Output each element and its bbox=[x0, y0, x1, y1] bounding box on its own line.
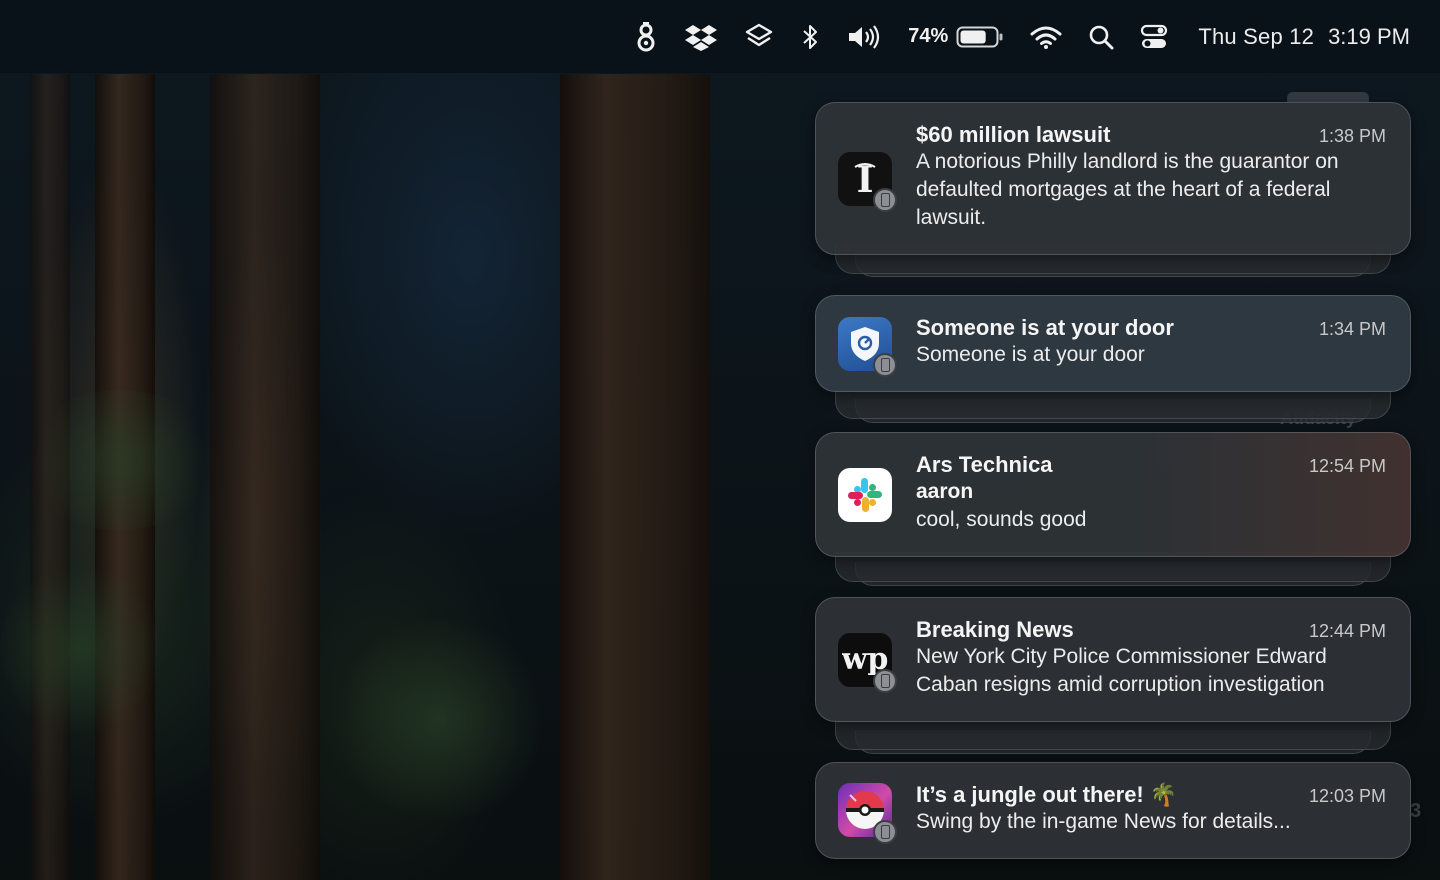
notification-group[interactable]: It’s a jungle out there! 🌴 12:03 PM Swin… bbox=[815, 762, 1411, 860]
notification-card[interactable]: Someone is at your door 1:34 PM Someone … bbox=[815, 295, 1411, 392]
notification-group[interactable]: wp Breaking News 12:44 PM New York City … bbox=[815, 597, 1411, 757]
notification-body: Someone is at your door bbox=[916, 343, 1145, 366]
stack-top-tab bbox=[1287, 92, 1369, 102]
notification-title: Someone is at your door bbox=[916, 315, 1174, 340]
notification-time: 12:44 PM bbox=[1308, 621, 1386, 641]
menubar-clock[interactable]: 3:19 PM bbox=[1328, 24, 1410, 50]
control-center-icon[interactable] bbox=[1140, 17, 1168, 57]
tree-trunk bbox=[560, 74, 710, 880]
notification-body: Swing by the in-game News for details... bbox=[916, 810, 1291, 833]
notification-time: 12:54 PM bbox=[1308, 456, 1386, 476]
device-badge-icon bbox=[873, 353, 897, 377]
tree-trunk bbox=[210, 74, 320, 880]
battery-status[interactable]: 74% bbox=[908, 17, 1004, 57]
notification-title: Breaking News bbox=[916, 617, 1074, 642]
notification-body: New York City Police Commissioner Edward… bbox=[916, 645, 1327, 696]
notification-title: It’s a jungle out there! 🌴 bbox=[916, 782, 1178, 807]
notification-time: 1:34 PM bbox=[1318, 319, 1386, 339]
notification-card[interactable]: It’s a jungle out there! 🌴 12:03 PM Swin… bbox=[815, 762, 1411, 859]
notification-time: 12:03 PM bbox=[1308, 786, 1386, 806]
notification-card[interactable]: I $60 million lawsuit 1:38 PM A notoriou… bbox=[815, 102, 1411, 255]
menubar-date[interactable]: Thu Sep 12 bbox=[1198, 24, 1314, 50]
foliage bbox=[20, 390, 220, 530]
gpg-keychain-icon[interactable] bbox=[634, 17, 658, 57]
notification-subtitle: aaron bbox=[916, 480, 974, 503]
wifi-icon[interactable] bbox=[1030, 17, 1062, 57]
background-peek-digit: 3 bbox=[1410, 800, 1422, 822]
notification-time: 1:38 PM bbox=[1318, 126, 1386, 146]
notification-group[interactable]: Ars Technica 12:54 PM aaron cool, sounds… bbox=[815, 432, 1411, 587]
volume-icon[interactable] bbox=[846, 17, 882, 57]
device-badge-icon bbox=[873, 188, 897, 212]
slack-icon bbox=[838, 468, 892, 522]
layers-icon[interactable] bbox=[744, 17, 774, 57]
device-badge-icon bbox=[873, 669, 897, 693]
notification-body: cool, sounds good bbox=[916, 508, 1087, 531]
device-badge-icon bbox=[873, 820, 897, 844]
battery-percent: 74% bbox=[908, 25, 949, 47]
bluetooth-icon[interactable] bbox=[800, 17, 820, 57]
notification-title: $60 million lawsuit bbox=[916, 122, 1111, 147]
notification-title: Ars Technica bbox=[916, 452, 1053, 477]
dropbox-icon[interactable] bbox=[684, 17, 718, 57]
notification-card[interactable]: Ars Technica 12:54 PM aaron cool, sounds… bbox=[815, 432, 1411, 557]
spotlight-search-icon[interactable] bbox=[1088, 17, 1114, 57]
notification-group[interactable]: Someone is at your door 1:34 PM Someone … bbox=[815, 295, 1411, 425]
notification-body: A notorious Philly landlord is the guara… bbox=[916, 150, 1339, 229]
menu-bar: 74% Thu Sep 12 3:19 PM bbox=[0, 0, 1440, 73]
battery-icon bbox=[956, 26, 1003, 47]
foliage bbox=[0, 560, 160, 740]
notification-group[interactable]: I $60 million lawsuit 1:38 PM A notoriou… bbox=[815, 102, 1411, 277]
foliage bbox=[330, 620, 550, 820]
notification-card[interactable]: wp Breaking News 12:44 PM New York City … bbox=[815, 597, 1411, 722]
stacked-notification-edge[interactable] bbox=[835, 389, 1391, 419]
stacked-notification-edge[interactable] bbox=[835, 720, 1391, 750]
